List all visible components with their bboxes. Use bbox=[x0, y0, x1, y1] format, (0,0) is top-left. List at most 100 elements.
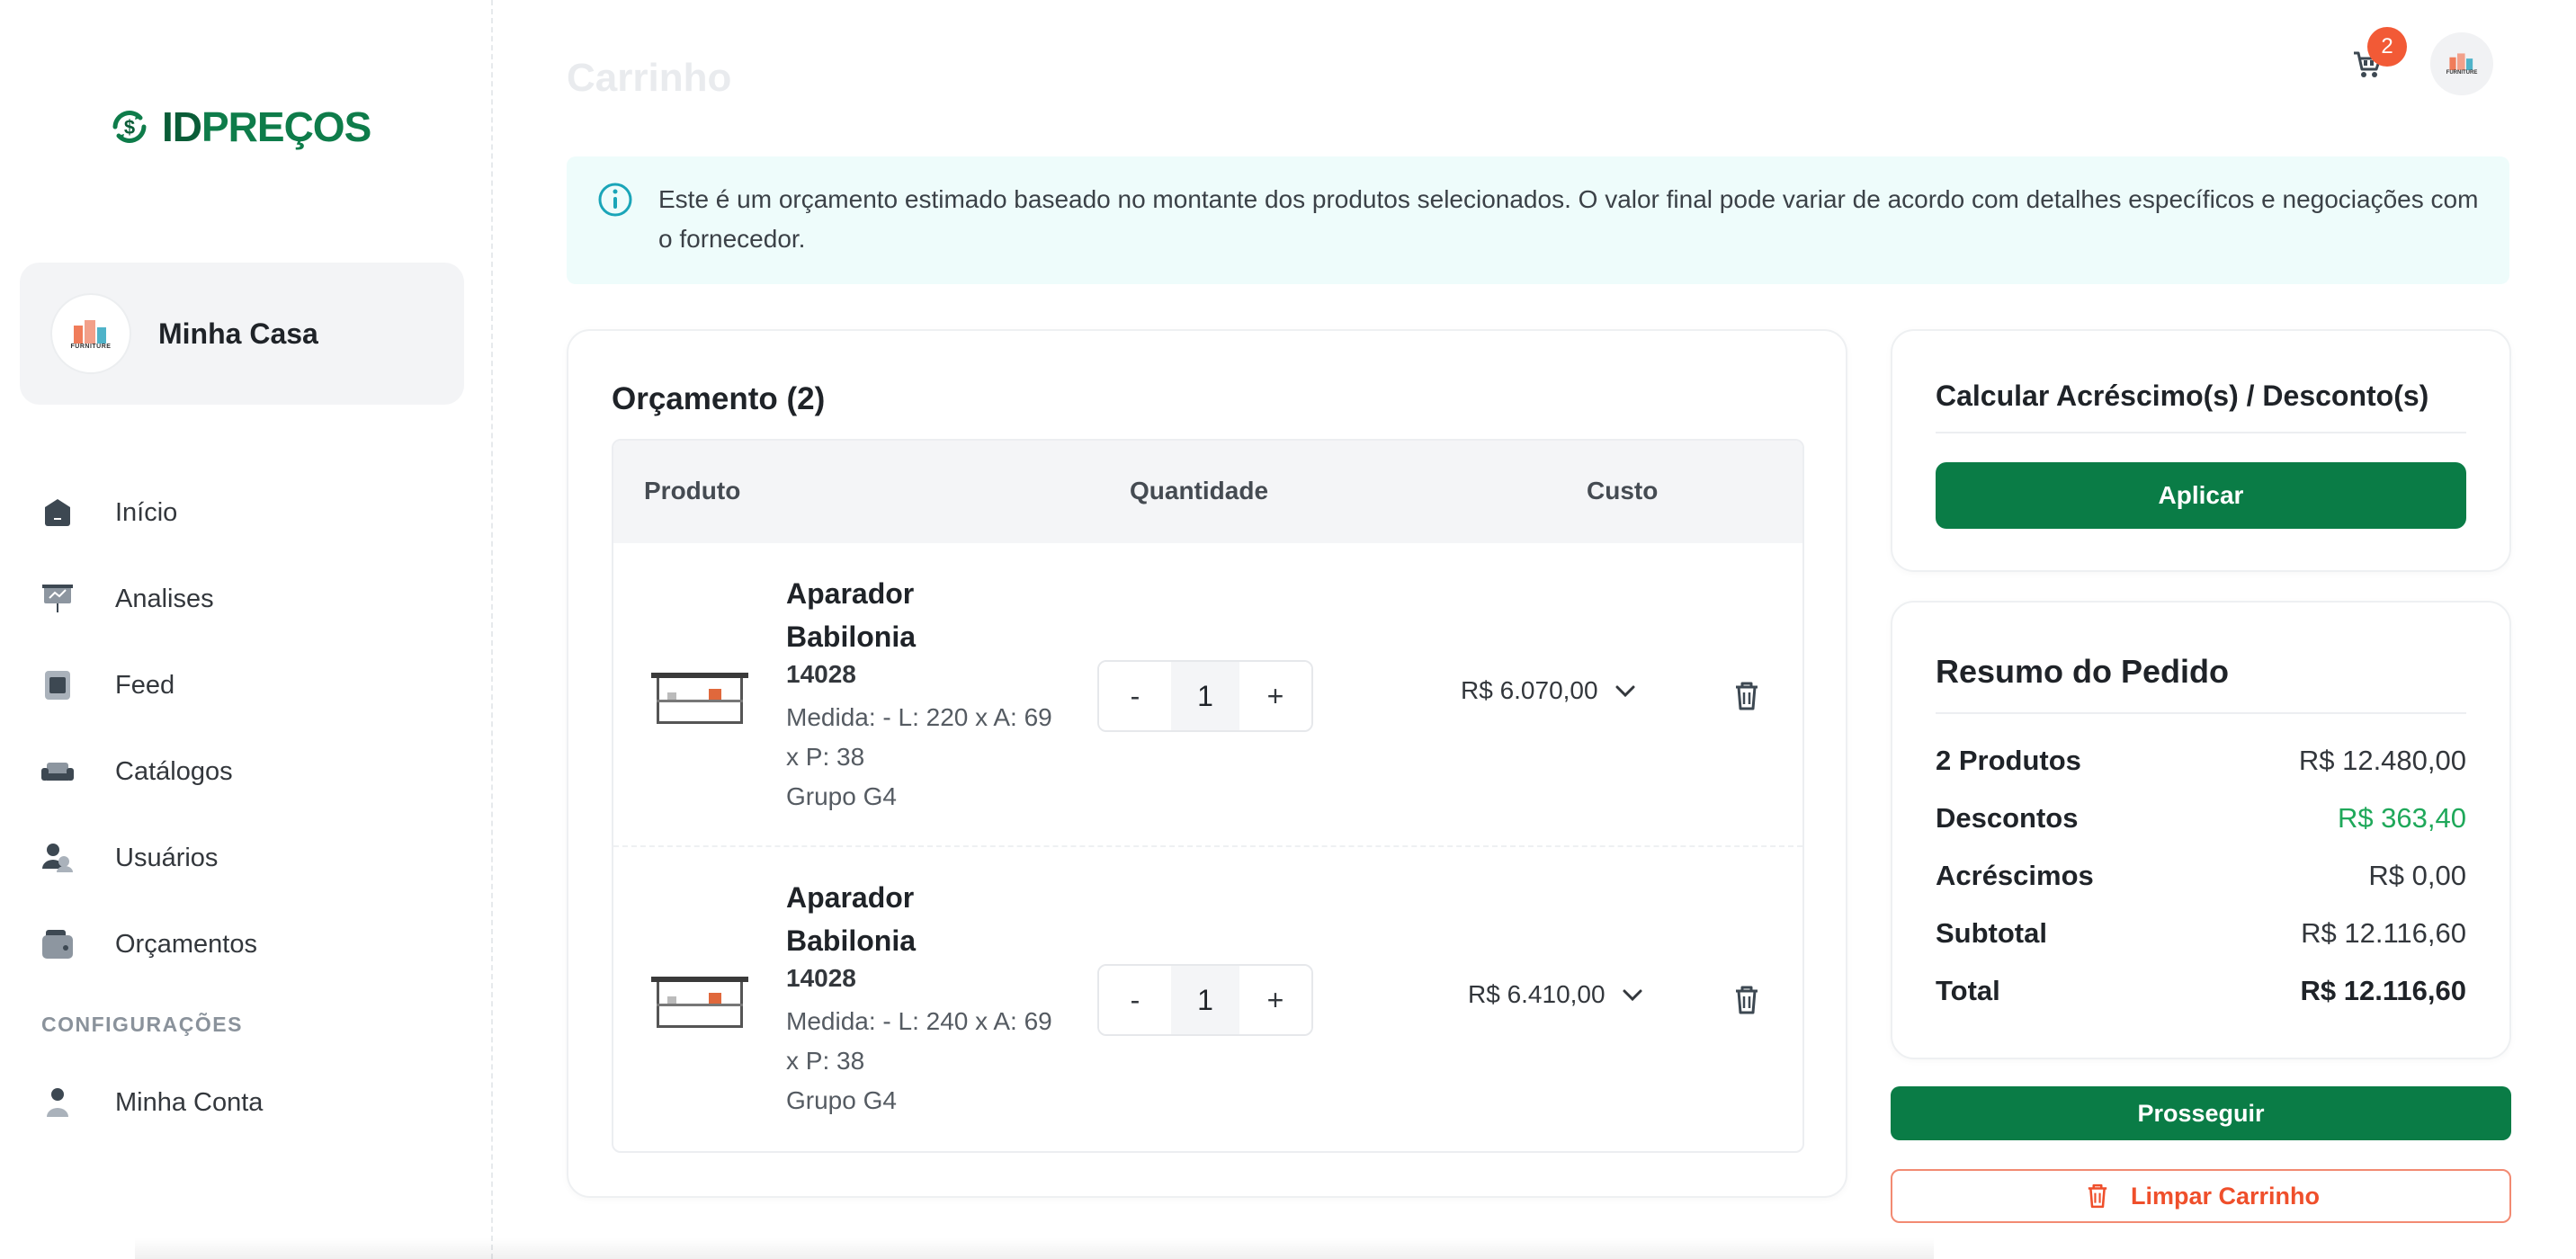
nav-item-inicio[interactable]: Início bbox=[40, 469, 471, 556]
adjustments-title: Calcular Acréscimo(s) / Desconto(s) bbox=[1936, 379, 2429, 412]
store-avatar: FURNITURE bbox=[50, 293, 131, 374]
price-dropdown[interactable]: R$ 6.410,00 bbox=[1468, 980, 1643, 1009]
store-avatar-text: FURNITURE bbox=[70, 343, 112, 350]
user-avatar[interactable]: FURNITURE bbox=[2430, 32, 2493, 95]
nav-item-orcamentos[interactable]: Orçamentos bbox=[40, 901, 471, 987]
product-image bbox=[646, 941, 754, 1058]
summary-label: Descontos bbox=[1936, 802, 2079, 834]
divider bbox=[1936, 712, 2466, 714]
settings-nav: Minha Conta bbox=[40, 1059, 471, 1146]
page-title: Carrinho bbox=[567, 56, 732, 100]
svg-text:$: $ bbox=[124, 116, 135, 138]
price-dropdown[interactable]: R$ 6.070,00 bbox=[1461, 676, 1636, 705]
nav-section-settings: CONFIGURAÇÕES bbox=[41, 1013, 243, 1036]
proceed-button[interactable]: Prosseguir bbox=[1891, 1086, 2511, 1140]
summary-value: R$ 12.480,00 bbox=[2298, 745, 2466, 776]
order-summary-card: Resumo do Pedido 2 Produtos R$ 12.480,00… bbox=[1891, 601, 2511, 1059]
quantity-stepper: - 1 + bbox=[1097, 660, 1313, 732]
product-name: Aparador Babilonia bbox=[786, 881, 917, 957]
price-value: R$ 6.410,00 bbox=[1468, 980, 1606, 1008]
summary-row-products: 2 Produtos R$ 12.480,00 bbox=[1936, 745, 2466, 777]
table-row: Aparador Babilonia 14028 Medida: - L: 22… bbox=[613, 543, 1802, 847]
summary-value: R$ 363,40 bbox=[2337, 802, 2466, 834]
trash-icon bbox=[2088, 1183, 2107, 1209]
product-code: 14028 bbox=[786, 660, 856, 688]
wallet-icon bbox=[40, 926, 76, 962]
nav-item-usuarios[interactable]: Usuários bbox=[40, 815, 471, 901]
quantity-stepper: - 1 + bbox=[1097, 964, 1313, 1036]
summary-row-discounts: Descontos R$ 363,40 bbox=[1936, 802, 2466, 835]
user-icon bbox=[40, 1085, 76, 1121]
product-name: Aparador Babilonia bbox=[786, 577, 917, 653]
summary-label: 2 Produtos bbox=[1936, 745, 2081, 776]
table-header: Produto Quantidade Custo bbox=[613, 441, 1802, 543]
price-value: R$ 6.070,00 bbox=[1461, 676, 1598, 704]
info-banner: Este é um orçamento estimado baseado no … bbox=[567, 156, 2509, 284]
column-header-quantidade: Quantidade bbox=[1130, 477, 1269, 504]
summary-value: R$ 0,00 bbox=[2368, 860, 2466, 891]
summary-label: Acréscimos bbox=[1936, 860, 2094, 891]
quantity-value[interactable]: 1 bbox=[1171, 662, 1239, 730]
info-icon bbox=[598, 183, 632, 217]
nav-label: Orçamentos bbox=[115, 929, 257, 959]
nav-label: Catálogos bbox=[115, 756, 233, 786]
increase-quantity-button[interactable]: + bbox=[1239, 662, 1311, 730]
product-group: Grupo G4 bbox=[786, 1086, 897, 1114]
sofa-icon bbox=[40, 754, 76, 790]
trash-icon[interactable] bbox=[1729, 678, 1765, 714]
decrease-quantity-button[interactable]: - bbox=[1099, 966, 1171, 1034]
nav-label: Minha Conta bbox=[115, 1087, 264, 1117]
nav-label: Início bbox=[115, 497, 178, 527]
column-header-custo: Custo bbox=[1587, 477, 1659, 504]
trash-icon[interactable] bbox=[1729, 982, 1765, 1018]
nav-item-catalogos[interactable]: Catálogos bbox=[40, 728, 471, 815]
store-switcher[interactable]: FURNITURE Minha Casa bbox=[20, 263, 464, 405]
product-details: Medida: - L: 240 x A: 69 x P: 38 Grupo G… bbox=[786, 1002, 1056, 1121]
apply-button[interactable]: Aplicar bbox=[1936, 462, 2466, 529]
dollar-sync-icon: $ bbox=[112, 111, 147, 143]
brand-logo[interactable]: $ IDPREÇOS bbox=[106, 103, 371, 151]
budget-title: Orçamento (2) bbox=[612, 381, 826, 416]
budget-card: Orçamento (2) Produto Quantidade Custo A… bbox=[567, 329, 1847, 1198]
main-nav: Início Analises Feed Catálogos Usuários bbox=[40, 469, 471, 987]
summary-row-total: Total R$ 12.116,60 bbox=[1936, 975, 2466, 1007]
avatar-text: FURNITURE bbox=[2446, 70, 2478, 76]
store-name: Minha Casa bbox=[158, 317, 318, 350]
summary-value: R$ 12.116,60 bbox=[2300, 975, 2466, 1006]
summary-label: Subtotal bbox=[1936, 917, 2047, 949]
nav-item-feed[interactable]: Feed bbox=[40, 642, 471, 728]
nav-label: Usuários bbox=[115, 843, 219, 872]
summary-value: R$ 12.116,60 bbox=[2301, 917, 2466, 949]
table-row: Aparador Babilonia 14028 Medida: - L: 24… bbox=[613, 847, 1802, 1151]
chevron-down-icon bbox=[1623, 989, 1642, 1002]
nav-label: Feed bbox=[115, 670, 175, 700]
increase-quantity-button[interactable]: + bbox=[1239, 966, 1311, 1034]
product-group: Grupo G4 bbox=[786, 782, 897, 810]
presentation-chart-icon bbox=[40, 581, 76, 617]
furniture-logo-icon bbox=[74, 319, 106, 344]
info-banner-text: Este é um orçamento estimado baseado no … bbox=[658, 185, 2479, 253]
product-details: Medida: - L: 220 x A: 69 x P: 38 Grupo G… bbox=[786, 698, 1056, 817]
column-header-produto: Produto bbox=[644, 477, 741, 504]
sidebar: $ IDPREÇOS FURNITURE Minha Casa Início A… bbox=[0, 0, 493, 1259]
divider bbox=[1936, 432, 2466, 433]
summary-label: Total bbox=[1936, 975, 2000, 1006]
clear-cart-label: Limpar Carrinho bbox=[2130, 1182, 2321, 1210]
chevron-down-icon bbox=[1615, 685, 1635, 698]
furniture-logo-icon bbox=[2449, 53, 2473, 70]
brand-wordmark: IDPREÇOS bbox=[162, 103, 371, 150]
quantity-value[interactable]: 1 bbox=[1171, 966, 1239, 1034]
decrease-quantity-button[interactable]: - bbox=[1099, 662, 1171, 730]
product-measure: Medida: - L: 220 x A: 69 x P: 38 bbox=[786, 703, 1052, 771]
nav-item-analises[interactable]: Analises bbox=[40, 556, 471, 642]
product-code: 14028 bbox=[786, 964, 856, 992]
bottom-fade bbox=[135, 1237, 1934, 1259]
cart-count-badge: 2 bbox=[2367, 27, 2407, 67]
nav-item-minha-conta[interactable]: Minha Conta bbox=[40, 1059, 471, 1146]
clear-cart-button[interactable]: Limpar Carrinho bbox=[1891, 1169, 2511, 1223]
nav-label: Analises bbox=[115, 584, 214, 613]
adjustments-card: Calcular Acréscimo(s) / Desconto(s) Apli… bbox=[1891, 329, 2511, 572]
product-measure: Medida: - L: 240 x A: 69 x P: 38 bbox=[786, 1007, 1052, 1075]
users-icon bbox=[40, 840, 76, 876]
summary-row-additions: Acréscimos R$ 0,00 bbox=[1936, 860, 2466, 892]
